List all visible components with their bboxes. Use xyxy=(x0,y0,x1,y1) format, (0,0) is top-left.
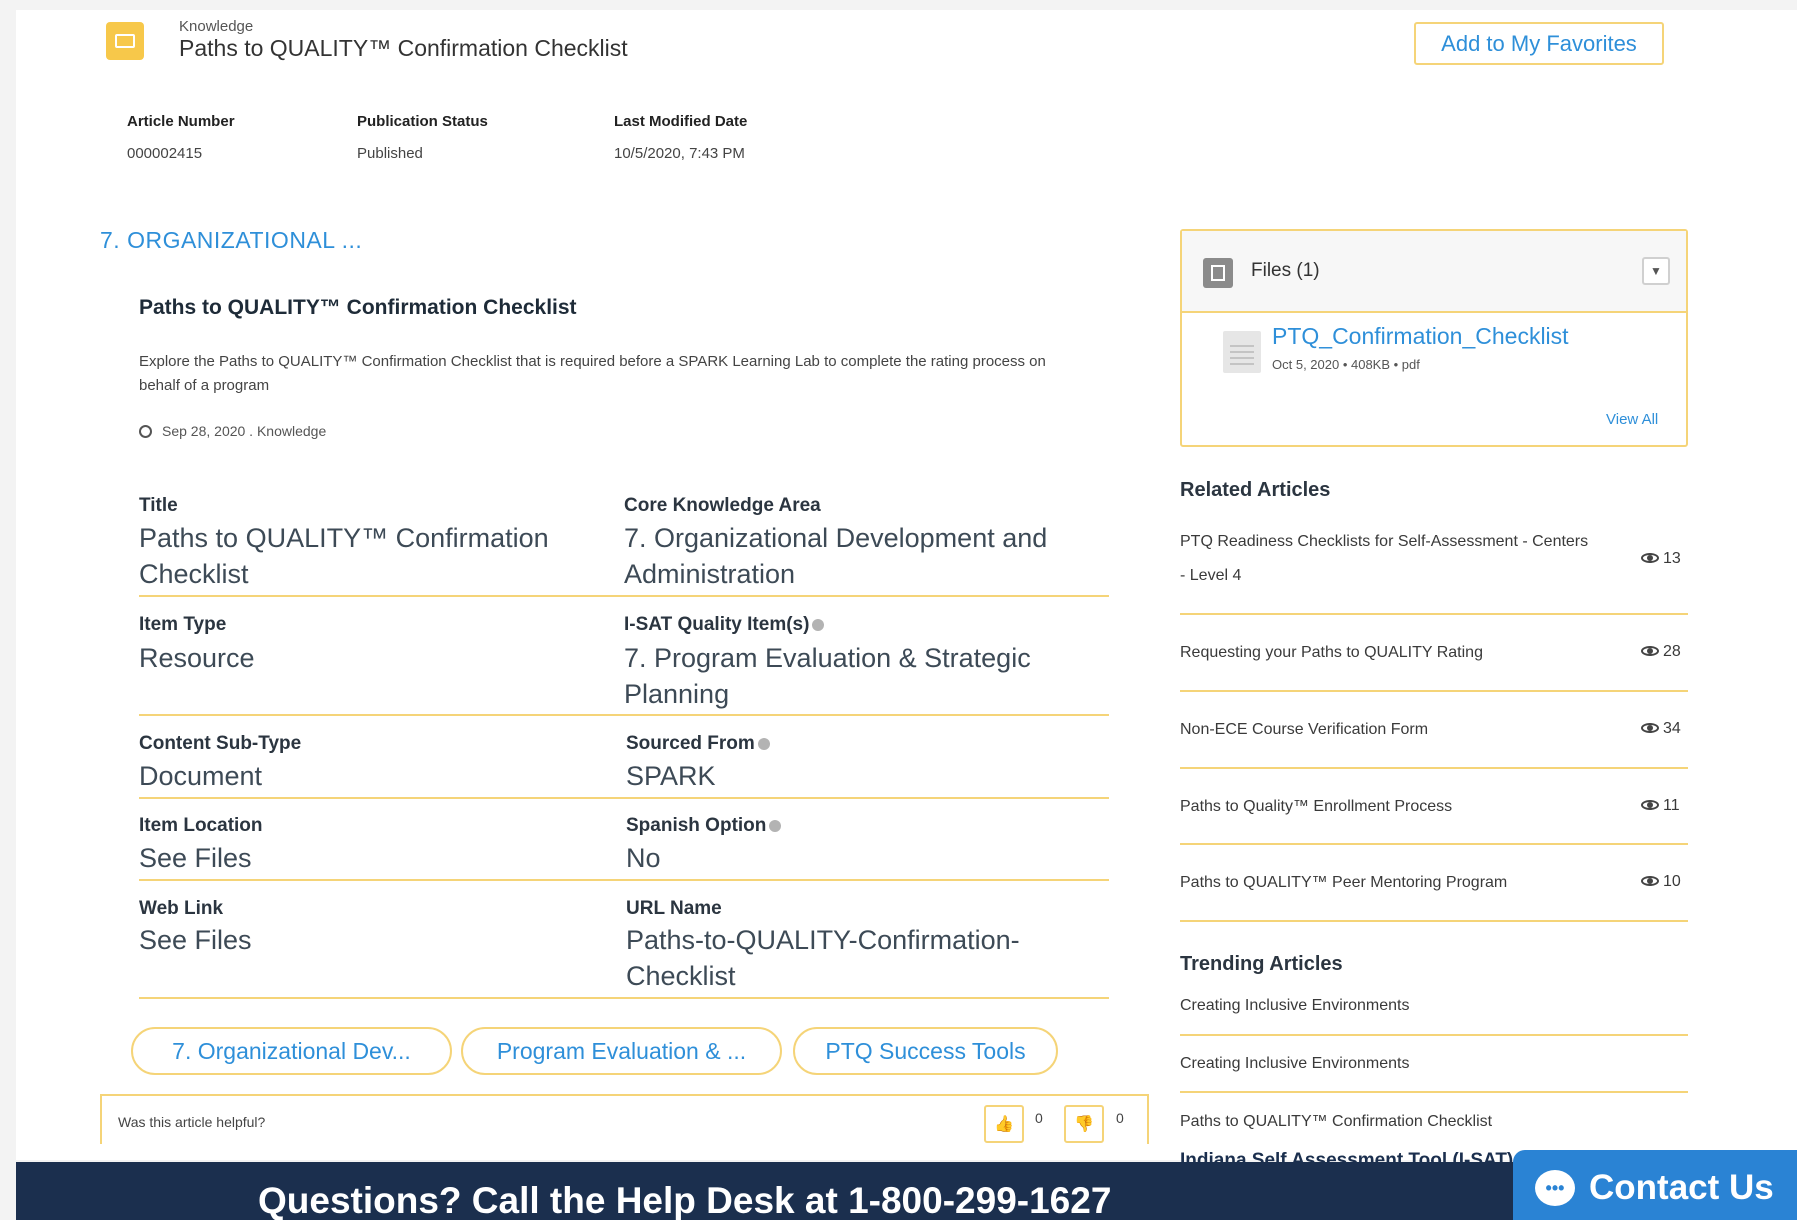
spanish-option-value: No xyxy=(626,843,661,873)
publication-status-label: Publication Status xyxy=(357,113,488,130)
item-location-value: See Files xyxy=(139,843,252,873)
add-to-favorites-button[interactable]: Add to My Favorites xyxy=(1414,22,1664,65)
eye-icon xyxy=(1641,800,1659,810)
eye-icon xyxy=(1641,876,1659,886)
eye-icon xyxy=(1641,553,1659,563)
trending-article-link[interactable]: Paths to QUALITY™ Confirmation Checklist xyxy=(1180,1105,1492,1139)
divider xyxy=(139,714,1109,716)
spanish-option-label: Spanish Option xyxy=(626,815,782,837)
content-subtype-label: Content Sub-Type xyxy=(139,733,302,754)
publication-status-value: Published xyxy=(357,145,423,162)
topic-tag[interactable]: 7. Organizational Dev... xyxy=(131,1027,452,1075)
divider xyxy=(1180,1034,1688,1036)
clock-icon xyxy=(139,425,152,438)
files-card: Files (1) ▼ PTQ_Confirmation_Checklist O… xyxy=(1180,229,1688,447)
document-icon xyxy=(1223,331,1261,373)
upvote-count: 0 xyxy=(1035,1110,1043,1126)
contact-us-button[interactable]: ••• Contact Us xyxy=(1513,1150,1797,1220)
article-date: Sep 28, 2020 . Knowledge xyxy=(139,423,326,439)
page-title: Paths to QUALITY™ Confirmation Checklist xyxy=(179,35,628,61)
info-icon[interactable] xyxy=(757,738,770,750)
related-article-link[interactable]: Requesting your Paths to QUALITY Rating xyxy=(1180,636,1483,670)
title-field-label: Title xyxy=(139,495,178,516)
chat-bubble-icon: ••• xyxy=(1535,1170,1575,1206)
sourced-from-value: SPARK xyxy=(626,761,716,791)
related-article-link[interactable]: Non-ECE Course Verification Form xyxy=(1180,713,1428,747)
isat-value: 7. Program Evaluation & Strategic Planni… xyxy=(624,643,1031,709)
files-card-header: Files (1) ▼ xyxy=(1182,231,1686,313)
core-area-value: 7. Organizational Development and Admini… xyxy=(624,523,1048,589)
downvote-count: 0 xyxy=(1116,1110,1124,1126)
help-desk-text: Questions? Call the Help Desk at 1-800-2… xyxy=(258,1180,1112,1220)
article-date-text: Sep 28, 2020 . Knowledge xyxy=(162,423,327,439)
trending-article-link[interactable]: Creating Inclusive Environments xyxy=(1180,1047,1409,1081)
content-subtype-value: Document xyxy=(139,761,263,791)
view-all-link[interactable]: View All xyxy=(1606,411,1658,428)
url-name-value: Paths-to-QUALITY-Confirmation-Checklist xyxy=(626,925,1020,991)
file-link[interactable]: PTQ_Confirmation_Checklist xyxy=(1272,323,1569,350)
isat-label: I-SAT Quality Item(s) xyxy=(624,614,825,636)
sourced-from-label: Sourced From xyxy=(626,733,770,755)
view-count: 13 xyxy=(1641,550,1681,568)
thumbs-down-icon[interactable]: 👎 xyxy=(1064,1105,1104,1143)
divider xyxy=(1180,1091,1688,1093)
item-type-value: Resource xyxy=(139,643,255,673)
last-modified-value: 10/5/2020, 7:43 PM xyxy=(614,145,745,162)
section-title[interactable]: 7. ORGANIZATIONAL ... xyxy=(100,227,362,254)
feedback-question: Was this article helpful? xyxy=(118,1114,266,1130)
knowledge-icon xyxy=(106,22,144,60)
item-type-label: Item Type xyxy=(139,614,227,635)
feedback-panel: Was this article helpful? 👍 0 👎 0 xyxy=(100,1094,1149,1144)
thumbs-up-icon[interactable]: 👍 xyxy=(984,1105,1024,1143)
article-number-value: 000002415 xyxy=(127,145,203,162)
article-number-label: Article Number xyxy=(127,113,235,130)
related-article-link[interactable]: Paths to Quality™ Enrollment Process xyxy=(1180,790,1452,824)
eye-icon xyxy=(1641,646,1659,656)
object-label: Knowledge xyxy=(179,18,254,35)
url-name-label: URL Name xyxy=(626,898,722,919)
web-link-label: Web Link xyxy=(139,898,224,919)
file-meta: Oct 5, 2020 • 408KB • pdf xyxy=(1272,357,1420,372)
divider xyxy=(1180,690,1688,692)
divider xyxy=(1180,920,1688,922)
item-location-label: Item Location xyxy=(139,815,263,836)
article-description: Explore the Paths to QUALITY™ Confirmati… xyxy=(139,353,1046,394)
view-count: 10 xyxy=(1641,873,1681,891)
web-link-value[interactable]: See Files xyxy=(139,922,252,958)
divider xyxy=(1180,613,1688,615)
divider xyxy=(1180,843,1688,845)
view-count: 11 xyxy=(1641,797,1680,815)
article-title: Paths to QUALITY™ Confirmation Checklist xyxy=(139,296,577,319)
info-icon[interactable] xyxy=(769,820,782,832)
related-article-link[interactable]: PTQ Readiness Checklists for Self-Assess… xyxy=(1180,525,1650,593)
files-icon xyxy=(1203,258,1233,288)
eye-icon xyxy=(1641,723,1659,733)
related-articles-heading: Related Articles xyxy=(1180,479,1331,501)
topic-tag[interactable]: PTQ Success Tools xyxy=(793,1027,1058,1075)
last-modified-label: Last Modified Date xyxy=(614,113,748,130)
topic-tag[interactable]: Program Evaluation & ... xyxy=(461,1027,782,1075)
files-card-title[interactable]: Files (1) xyxy=(1251,260,1320,282)
view-count: 28 xyxy=(1641,643,1681,661)
contact-us-label: Contact Us xyxy=(1589,1168,1774,1207)
related-article-link[interactable]: Paths to QUALITY™ Peer Mentoring Program xyxy=(1180,866,1507,900)
trending-articles-heading: Trending Articles xyxy=(1180,953,1343,975)
divider xyxy=(139,595,1109,597)
divider xyxy=(139,997,1109,999)
view-count: 34 xyxy=(1641,720,1681,738)
divider xyxy=(1180,767,1688,769)
core-area-label: Core Knowledge Area xyxy=(624,495,821,516)
chevron-down-icon[interactable]: ▼ xyxy=(1642,257,1670,285)
info-icon[interactable] xyxy=(812,619,825,631)
title-field-value: Paths to QUALITY™ Confirmation Checklist xyxy=(139,523,549,589)
divider xyxy=(139,797,1109,799)
trending-article-link[interactable]: Creating Inclusive Environments xyxy=(1180,989,1409,1023)
divider xyxy=(139,879,1109,881)
